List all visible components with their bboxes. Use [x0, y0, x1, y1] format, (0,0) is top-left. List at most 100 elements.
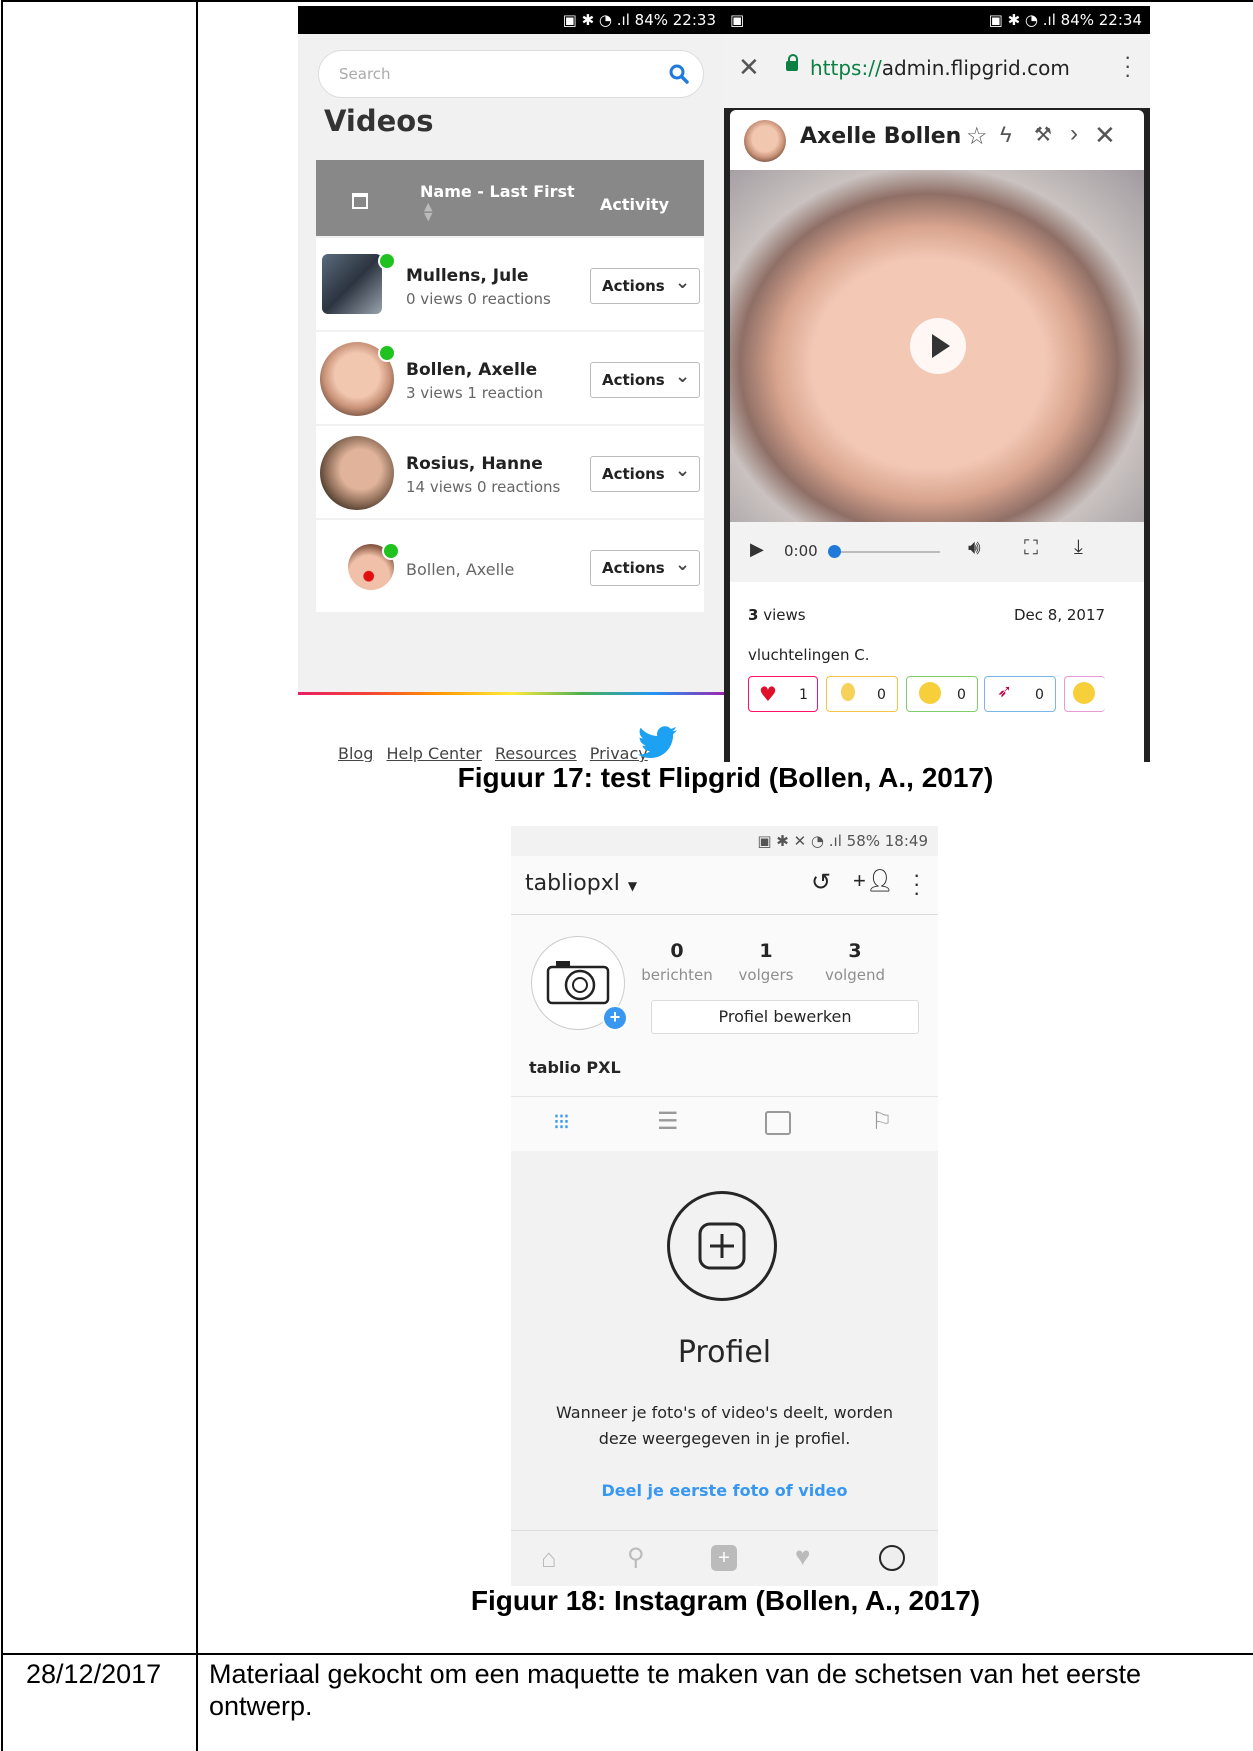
empty-title: Profiel	[677, 1335, 772, 1370]
table-row[interactable]: Bollen, Axelle 3 views 1 reaction Action…	[316, 332, 704, 424]
reaction-heart[interactable]: ♥ 1	[748, 676, 818, 712]
play-button[interactable]	[910, 318, 966, 374]
card-author-name: Axelle Bollen	[800, 124, 962, 149]
video-preview[interactable]	[730, 170, 1144, 522]
heart-icon[interactable]: ♥	[795, 1541, 810, 1572]
twitter-icon[interactable]	[638, 726, 678, 760]
add-story-icon[interactable]: +	[602, 1005, 628, 1031]
url-text[interactable]: https://admin.flipgrid.com	[810, 56, 1070, 80]
footer-link-blog[interactable]: Blog	[338, 744, 373, 762]
row-stats: 14 views 0 reactions	[406, 478, 561, 496]
actions-button[interactable]: Actions ⌄	[590, 268, 700, 304]
chevron-right-icon[interactable]: ›	[1070, 120, 1078, 148]
profile-tabs: ⁝⁝⁝ ☰ ⚐	[511, 1096, 938, 1152]
username-switcher[interactable]: tabliopxl ▼	[525, 871, 637, 896]
table-row[interactable]: Bollen, Axelle Actions ⌄	[316, 520, 704, 612]
description-cell: Materiaal gekocht om een maquette te mak…	[209, 1659, 1142, 1721]
star-icon[interactable]: ☆	[966, 122, 988, 151]
video-card: Axelle Bollen ☆ ϟ ⚒ › ✕ ▶ 0:00 🔊︎ ⛶ ⤓ 3 …	[730, 110, 1144, 762]
battery-icon: ▣ ✱ ✕ ◔ .ıl	[757, 832, 847, 850]
row-name: Bollen, Axelle	[406, 360, 538, 380]
bookmark-icon[interactable]: ⚐	[871, 1107, 893, 1136]
grid-view-icon[interactable]: ⁝⁝⁝	[553, 1109, 570, 1135]
reaction-thinking[interactable]: 0	[906, 676, 978, 712]
search-input[interactable]: Search	[318, 50, 704, 98]
new-post-icon[interactable]: +	[711, 1545, 737, 1571]
rocket-icon: ➶	[997, 681, 1013, 702]
search-icon[interactable]: ⚲	[627, 1543, 645, 1572]
actions-button[interactable]: Actions ⌄	[590, 362, 700, 398]
sort-icon[interactable]: ▲ ▼	[424, 201, 432, 222]
close-tab-icon[interactable]: ✕	[738, 52, 760, 83]
download-icon[interactable]: ⤓	[1074, 536, 1083, 559]
table-row[interactable]: Rosius, Hanne 14 views 0 reactions Actio…	[316, 426, 704, 518]
table-row[interactable]: Mullens, Jule 0 views 0 reactions Action…	[316, 238, 704, 330]
row-stats: 0 views 0 reactions	[406, 290, 551, 308]
reaction-cool[interactable]	[1064, 676, 1105, 712]
browser-url-bar: ✕ https://admin.flipgrid.com · · ·	[724, 34, 1150, 108]
more-options-icon[interactable]: · · ·	[913, 864, 920, 904]
profile-icon[interactable]	[879, 1545, 905, 1571]
add-person-icon[interactable]: +👤︎	[853, 868, 894, 894]
profile-avatar[interactable]: +	[531, 936, 628, 1031]
column-header-activity[interactable]: Activity	[600, 195, 669, 214]
flipgrid-phone-left: ▣ ✱ ◔ .ıl 84% 22:33 Search Videos Name -…	[298, 6, 724, 762]
seek-bar[interactable]	[830, 551, 940, 553]
seek-handle[interactable]	[828, 545, 841, 558]
home-icon[interactable]: ⌂	[541, 1543, 557, 1574]
fullscreen-icon[interactable]: ⛶	[1024, 537, 1038, 560]
reaction-rocket[interactable]: ➶ 0	[984, 676, 1056, 712]
select-all-checkbox[interactable]	[352, 193, 368, 209]
add-photo-button[interactable]	[667, 1191, 777, 1301]
page-title: Videos	[324, 104, 434, 138]
footer-link-help[interactable]: Help Center	[386, 744, 481, 762]
stat-posts[interactable]: 0 berichten	[637, 940, 717, 984]
image-notification-icon: ▣	[730, 11, 745, 29]
list-view-icon[interactable]: ☰	[657, 1107, 679, 1136]
actions-button[interactable]: Actions ⌄	[590, 456, 700, 492]
close-icon[interactable]: ✕	[1094, 120, 1116, 151]
display-name: tablio PXL	[529, 1058, 621, 1077]
footer-link-resources[interactable]: Resources	[495, 744, 577, 762]
row-name: Rosius, Hanne	[406, 454, 543, 474]
control-play-icon[interactable]: ▶	[750, 539, 764, 560]
footer-rainbow-divider	[298, 692, 724, 695]
online-indicator	[382, 542, 400, 560]
table-border-top	[1, 0, 1253, 2]
more-options-icon[interactable]: · · ·	[1124, 46, 1131, 86]
online-indicator	[378, 252, 396, 270]
search-placeholder: Search	[339, 65, 391, 83]
chevron-down-icon: ⌄	[675, 460, 691, 481]
caret-down-icon: ▼	[627, 879, 638, 893]
volume-icon[interactable]: 🔊︎	[968, 537, 981, 560]
avatar	[320, 436, 394, 510]
lock-icon	[786, 61, 798, 71]
lightning-icon[interactable]: ϟ	[1000, 122, 1012, 148]
lightbulb-icon	[841, 683, 855, 701]
column-header-name[interactable]: Name - Last First	[420, 182, 575, 201]
stat-followers[interactable]: 1 volgers	[726, 940, 806, 984]
footer-links: Blog Help Center Resources Privacy	[338, 744, 648, 762]
videos-table-header: Name - Last First ▲ ▼ Activity	[316, 160, 704, 236]
actions-button[interactable]: Actions ⌄	[590, 550, 700, 586]
stat-following[interactable]: 3 volgend	[815, 940, 895, 984]
chevron-down-icon: ⌄	[675, 272, 691, 293]
hammer-icon[interactable]: ⚒	[1034, 122, 1052, 147]
profile-header: tabliopxl ▼ ↺ +👤︎ · · ·	[511, 856, 938, 915]
tagged-icon[interactable]	[765, 1111, 791, 1135]
search-icon[interactable]	[669, 64, 689, 84]
add-icon	[698, 1222, 746, 1270]
reaction-idea[interactable]: 0	[826, 676, 898, 712]
edit-profile-button[interactable]: Profiel bewerken	[651, 1000, 919, 1034]
share-first-photo-link[interactable]: Deel je eerste foto of video	[511, 1481, 938, 1500]
status-bar-right: ▣ ▣ ✱ ◔ .ıl 84% 22:34	[724, 6, 1150, 34]
status-bar-left: ▣ ✱ ◔ .ıl 84% 22:33	[298, 6, 724, 34]
chevron-down-icon: ⌄	[675, 366, 691, 387]
status-bar: ▣ ✱ ✕ ◔ .ıl 58% 18:49	[511, 826, 938, 856]
battery-icon: ▣ ✱ ◔ .ıl	[988, 11, 1061, 29]
date-cell: 28/12/2017	[26, 1659, 162, 1689]
history-icon[interactable]: ↺	[811, 868, 831, 897]
empty-profile-area: Profiel Wanneer je foto's of video's dee…	[511, 1151, 938, 1536]
chevron-down-icon: ⌄	[675, 554, 691, 575]
lock-shackle	[788, 54, 798, 62]
